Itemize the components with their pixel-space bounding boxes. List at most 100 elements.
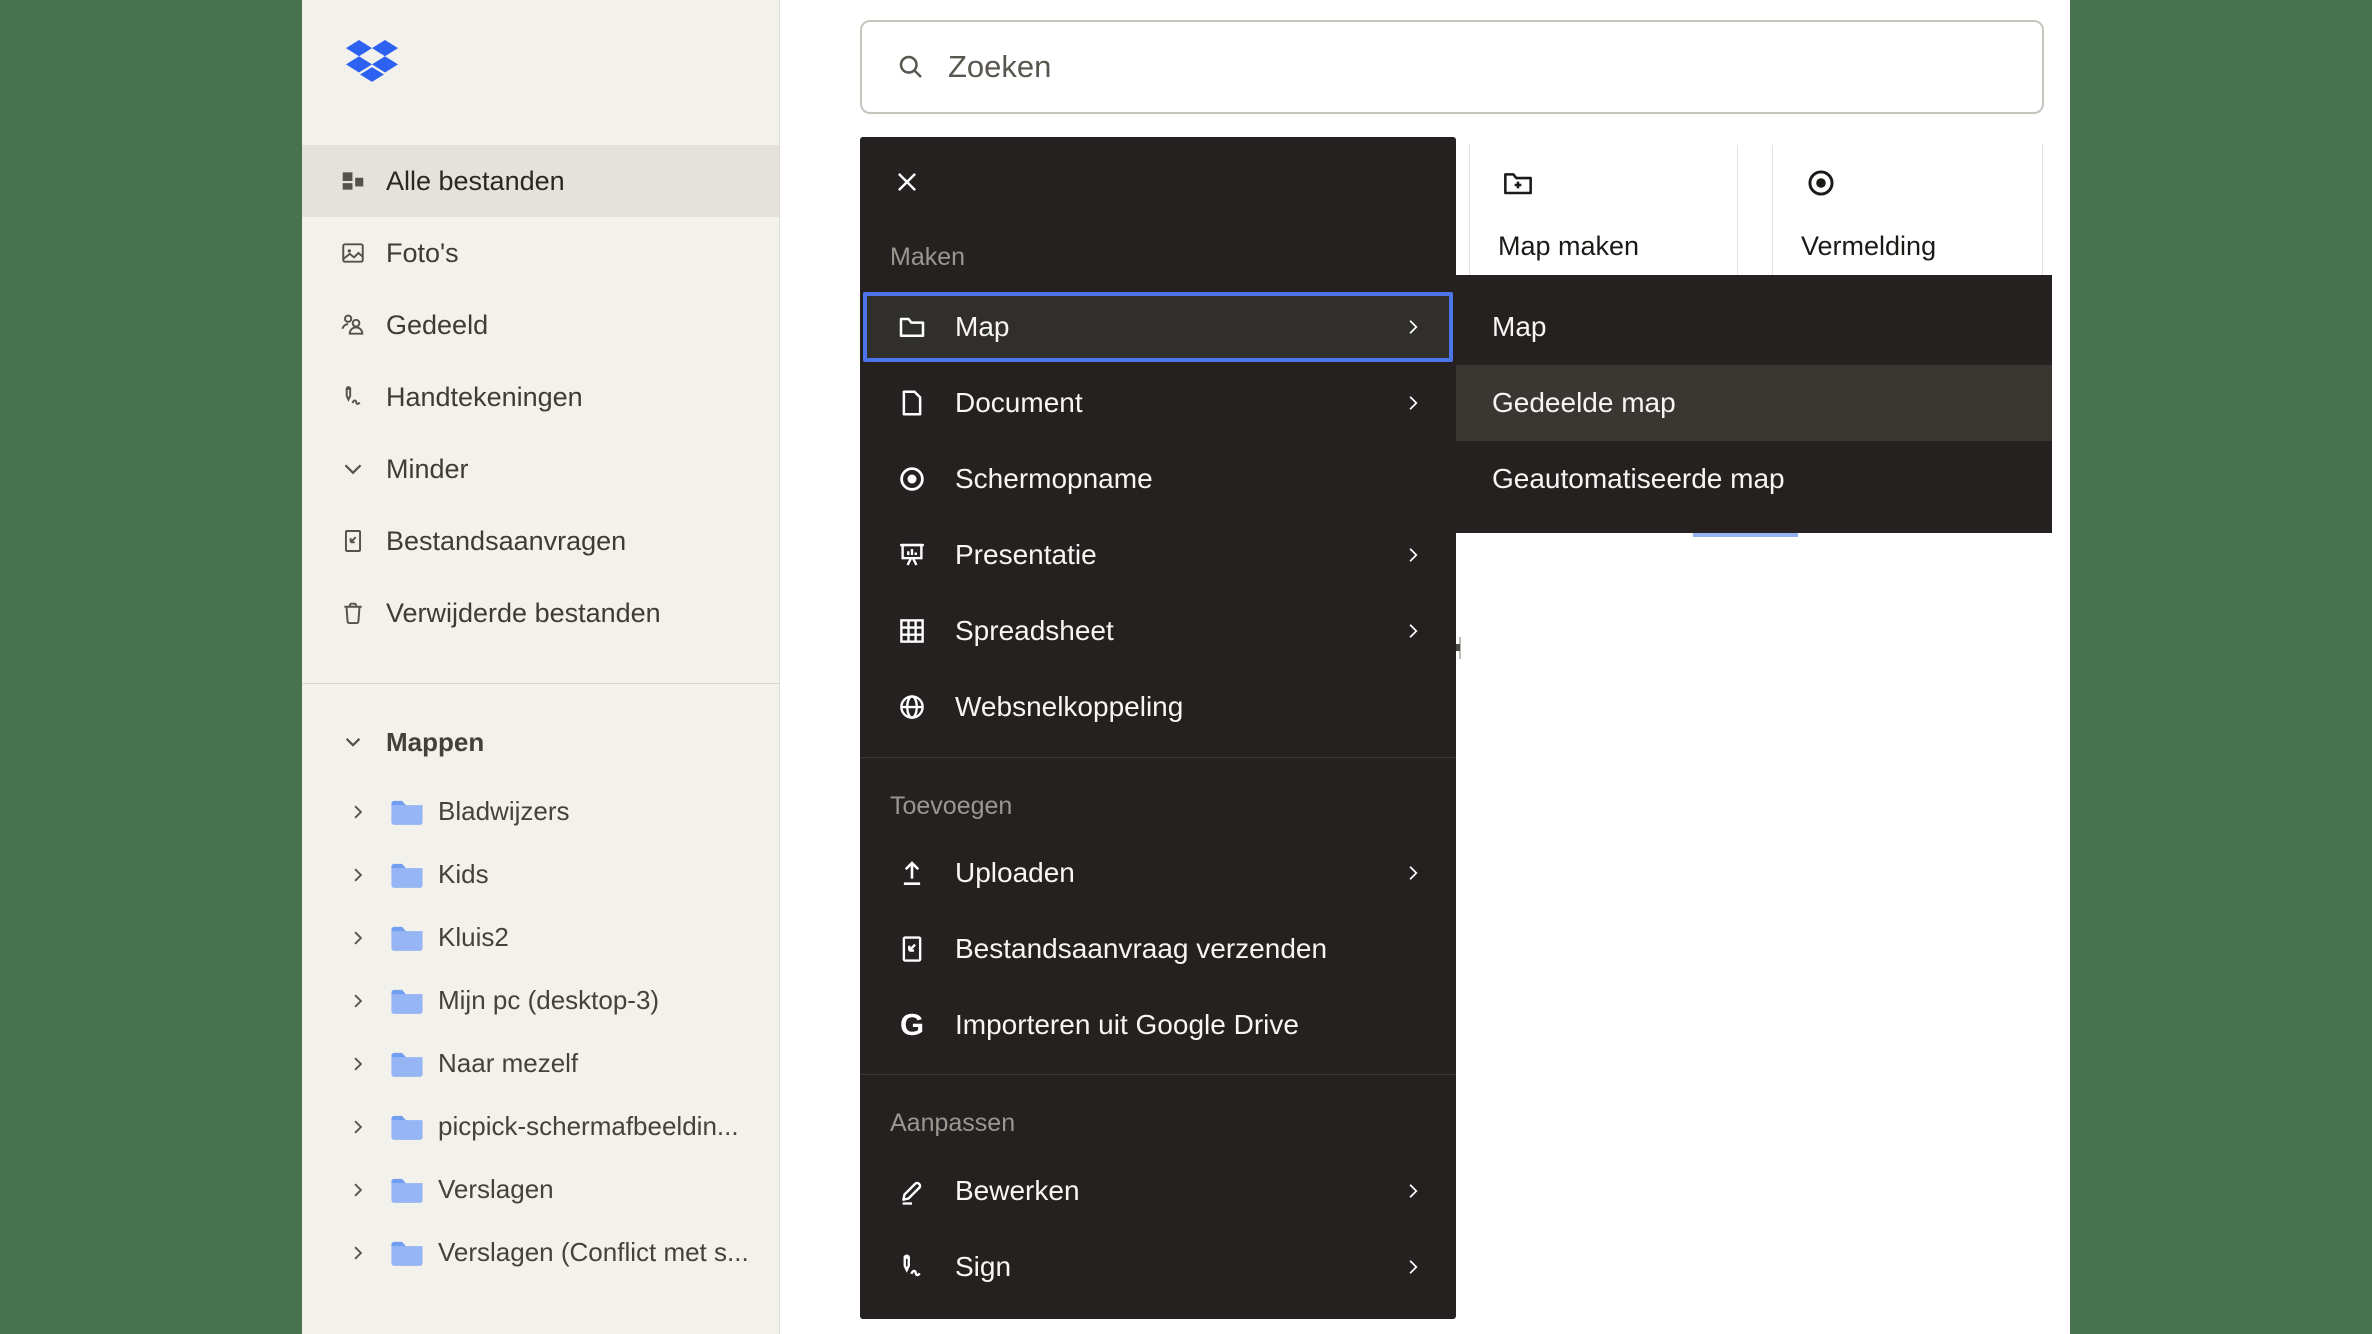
photos-icon (340, 240, 366, 266)
close-icon (894, 169, 920, 195)
sidebar-item-all-files[interactable]: Alle bestanden (302, 145, 779, 217)
submenu-item-automated-folder[interactable]: Geautomatiseerde map (1456, 441, 2052, 517)
folder-icon (390, 1050, 424, 1078)
menu-item-label: Document (955, 387, 1083, 419)
sidebar-item-signatures[interactable]: Handtekeningen (302, 361, 779, 433)
menu-item-sign[interactable]: Sign (860, 1229, 1456, 1305)
chevron-right-icon (1403, 1257, 1423, 1277)
card-create-folder[interactable]: Map maken (1469, 145, 1738, 275)
chevron-right-icon[interactable] (348, 1243, 368, 1263)
sidebar-item-file-requests[interactable]: Bestandsaanvragen (302, 505, 779, 577)
menu-item-label: Presentatie (955, 539, 1097, 571)
submenu-item-shared-folder[interactable]: Gedeelde map (1456, 365, 2052, 441)
section-header-add: Toevoegen (890, 792, 1012, 821)
folder-row[interactable]: Naar mezelf (302, 1032, 779, 1095)
document-icon (897, 388, 927, 418)
pencil-edit-icon (897, 1176, 927, 1206)
chevron-down-icon (340, 456, 366, 482)
menu-item-folder[interactable]: Map (863, 292, 1453, 362)
folder-icon (390, 1239, 424, 1267)
chevron-right-icon[interactable] (348, 1054, 368, 1074)
chevron-right-icon[interactable] (348, 1117, 368, 1137)
menu-item-label: Bestandsaanvraag verzenden (955, 933, 1327, 965)
folder-row[interactable]: Verslagen (302, 1158, 779, 1221)
chevron-right-icon[interactable] (348, 1180, 368, 1200)
menu-item-edit[interactable]: Bewerken (860, 1153, 1456, 1229)
folder-name: Bladwijzers (438, 796, 570, 827)
folder-row[interactable]: Bladwijzers (302, 780, 779, 843)
menu-item-spreadsheet[interactable]: Spreadsheet (860, 593, 1456, 669)
submenu-item-label: Map (1492, 311, 1546, 343)
background-right-bar (2070, 0, 2372, 1334)
menu-item-label: Uploaden (955, 857, 1075, 889)
menu-item-import-google-drive[interactable]: G Importeren uit Google Drive (860, 987, 1456, 1063)
folder-row[interactable]: Mijn pc (desktop-3) (302, 969, 779, 1032)
menu-item-label: Spreadsheet (955, 615, 1114, 647)
spreadsheet-grid-icon (897, 616, 927, 646)
folder-icon (390, 924, 424, 952)
submenu-item-label: Gedeelde map (1492, 387, 1676, 419)
menu-item-presentation[interactable]: Presentatie (860, 517, 1456, 593)
close-button[interactable] (894, 169, 920, 195)
folder-name: Verslagen (438, 1174, 554, 1205)
menu-item-send-file-request[interactable]: Bestandsaanvraag verzenden (860, 911, 1456, 987)
menu-item-web-shortcut[interactable]: Websnelkoppeling (860, 669, 1456, 745)
chevron-right-icon[interactable] (348, 865, 368, 885)
folder-plus-icon (1502, 167, 1534, 199)
sidebar-item-label: Minder (386, 454, 469, 485)
record-icon (897, 464, 927, 494)
search-input[interactable] (946, 48, 2042, 86)
folder-row[interactable]: Verslagen (Conflict met s... (302, 1221, 779, 1284)
globe-icon (897, 692, 927, 722)
search-bar (860, 20, 2044, 114)
folder-icon (390, 1176, 424, 1204)
dropbox-logo-icon[interactable] (346, 40, 398, 86)
folders-section-header[interactable]: Mappen (302, 712, 779, 772)
folder-icon (390, 987, 424, 1015)
sidebar-item-shared[interactable]: Gedeeld (302, 289, 779, 361)
folder-row[interactable]: Kluis2 (302, 906, 779, 969)
folder-submenu: Map Gedeelde map Geautomatiseerde map (1456, 275, 2052, 533)
menu-divider (860, 1074, 1456, 1075)
chevron-right-icon (1403, 317, 1423, 337)
chevron-right-icon (1403, 1181, 1423, 1201)
folder-row[interactable]: picpick-schermafbeeldin... (302, 1095, 779, 1158)
menu-item-screen-recording[interactable]: Schermopname (860, 441, 1456, 517)
signature-pen-icon (340, 384, 366, 410)
folder-icon (390, 1113, 424, 1141)
chevron-right-icon[interactable] (348, 802, 368, 822)
sidebar-item-label: Handtekeningen (386, 382, 583, 413)
menu-item-document[interactable]: Document (860, 365, 1456, 441)
folder-name: Mijn pc (desktop-3) (438, 985, 659, 1016)
chevron-right-icon (1403, 545, 1423, 565)
sidebar-item-label: Verwijderde bestanden (386, 598, 661, 629)
folder-name: Kids (438, 859, 489, 890)
search-icon (896, 52, 926, 82)
chevron-right-icon (1403, 621, 1423, 641)
chevron-right-icon[interactable] (348, 991, 368, 1011)
sidebar-item-less[interactable]: Minder (302, 433, 779, 505)
sidebar-item-photos[interactable]: Foto's (302, 217, 779, 289)
sidebar-nav: Alle bestanden Foto's Gedeeld Handtekeni… (302, 145, 779, 649)
chevron-right-icon (1403, 863, 1423, 883)
menu-item-upload[interactable]: Uploaden (860, 835, 1456, 911)
menu-item-label: Sign (955, 1251, 1011, 1283)
folder-icon (390, 861, 424, 889)
folder-name: Verslagen (Conflict met s... (438, 1237, 749, 1268)
sidebar-item-label: Foto's (386, 238, 459, 269)
hidden-selection-fragment (1693, 533, 1798, 537)
presentation-icon (897, 540, 927, 570)
folder-row[interactable]: Kids (302, 843, 779, 906)
folder-name: Naar mezelf (438, 1048, 578, 1079)
chevron-right-icon[interactable] (348, 928, 368, 948)
menu-item-label: Websnelkoppeling (955, 691, 1183, 723)
sidebar-item-label: Bestandsaanvragen (386, 526, 626, 557)
submenu-item-folder[interactable]: Map (1456, 289, 2052, 365)
sidebar-divider (302, 683, 779, 684)
sidebar-item-deleted-files[interactable]: Verwijderde bestanden (302, 577, 779, 649)
card-mention[interactable]: Vermelding (1772, 145, 2043, 275)
card-label: Vermelding (1801, 231, 1936, 262)
sidebar: Alle bestanden Foto's Gedeeld Handtekeni… (302, 0, 780, 1334)
sidebar-item-label: Alle bestanden (386, 166, 565, 197)
menu-item-label: Schermopname (955, 463, 1153, 495)
